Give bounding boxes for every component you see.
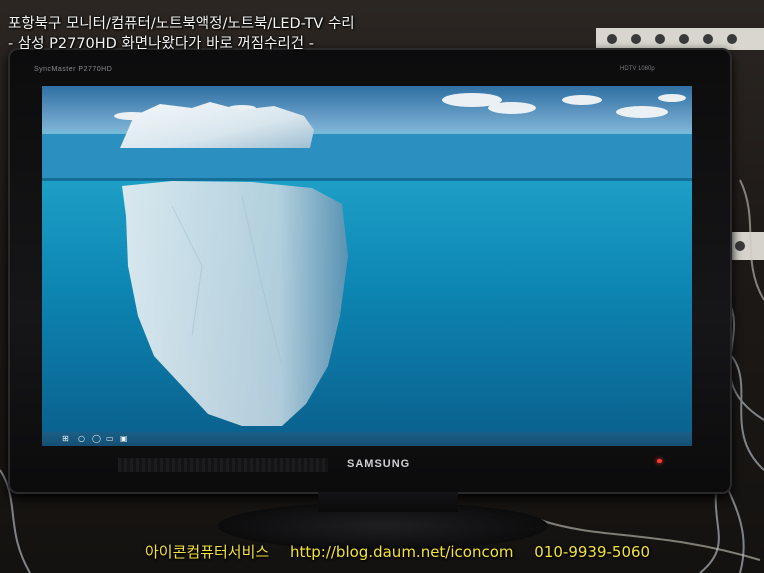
phone-number: 010-9939-5060 (534, 543, 651, 561)
power-led-icon (657, 459, 662, 463)
windows-start-icon[interactable]: ⊞ (62, 435, 69, 443)
file-explorer-icon[interactable]: ▣ (120, 435, 128, 443)
search-icon[interactable]: ○ (78, 435, 85, 443)
watermark-footer: 아이콘컴퓨터서비스 http://blog.daum.net/iconcom 0… (145, 541, 666, 562)
iceberg-wallpaper (42, 86, 692, 446)
bezel-model-label: SyncMaster P2770HD (34, 66, 113, 73)
monitor-stand-neck (318, 492, 458, 512)
task-view-icon[interactable]: ▭ (106, 435, 114, 443)
monitor-screen: ⊞ ○ ◯ ▭ ▣ (42, 86, 692, 446)
bezel-speaker-grille (118, 458, 328, 472)
bezel-hdtv-badge: HDTV 1080p (620, 66, 655, 72)
shop-name: 아이콘컴퓨터서비스 (145, 543, 270, 561)
caption-line-1: 포항북구 모니터/컴퓨터/노트북액정/노트북/LED-TV 수리 (8, 16, 355, 32)
samsung-logo: SAMSUNG (347, 458, 411, 470)
caption-line-2: - 삼성 P2770HD 화면나왔다가 바로 꺼짐수리건 - (8, 36, 314, 52)
cortana-icon[interactable]: ◯ (92, 435, 101, 443)
blog-url: http://blog.daum.net/iconcom (289, 543, 514, 561)
windows-taskbar: ⊞ ○ ◯ ▭ ▣ (42, 432, 692, 446)
